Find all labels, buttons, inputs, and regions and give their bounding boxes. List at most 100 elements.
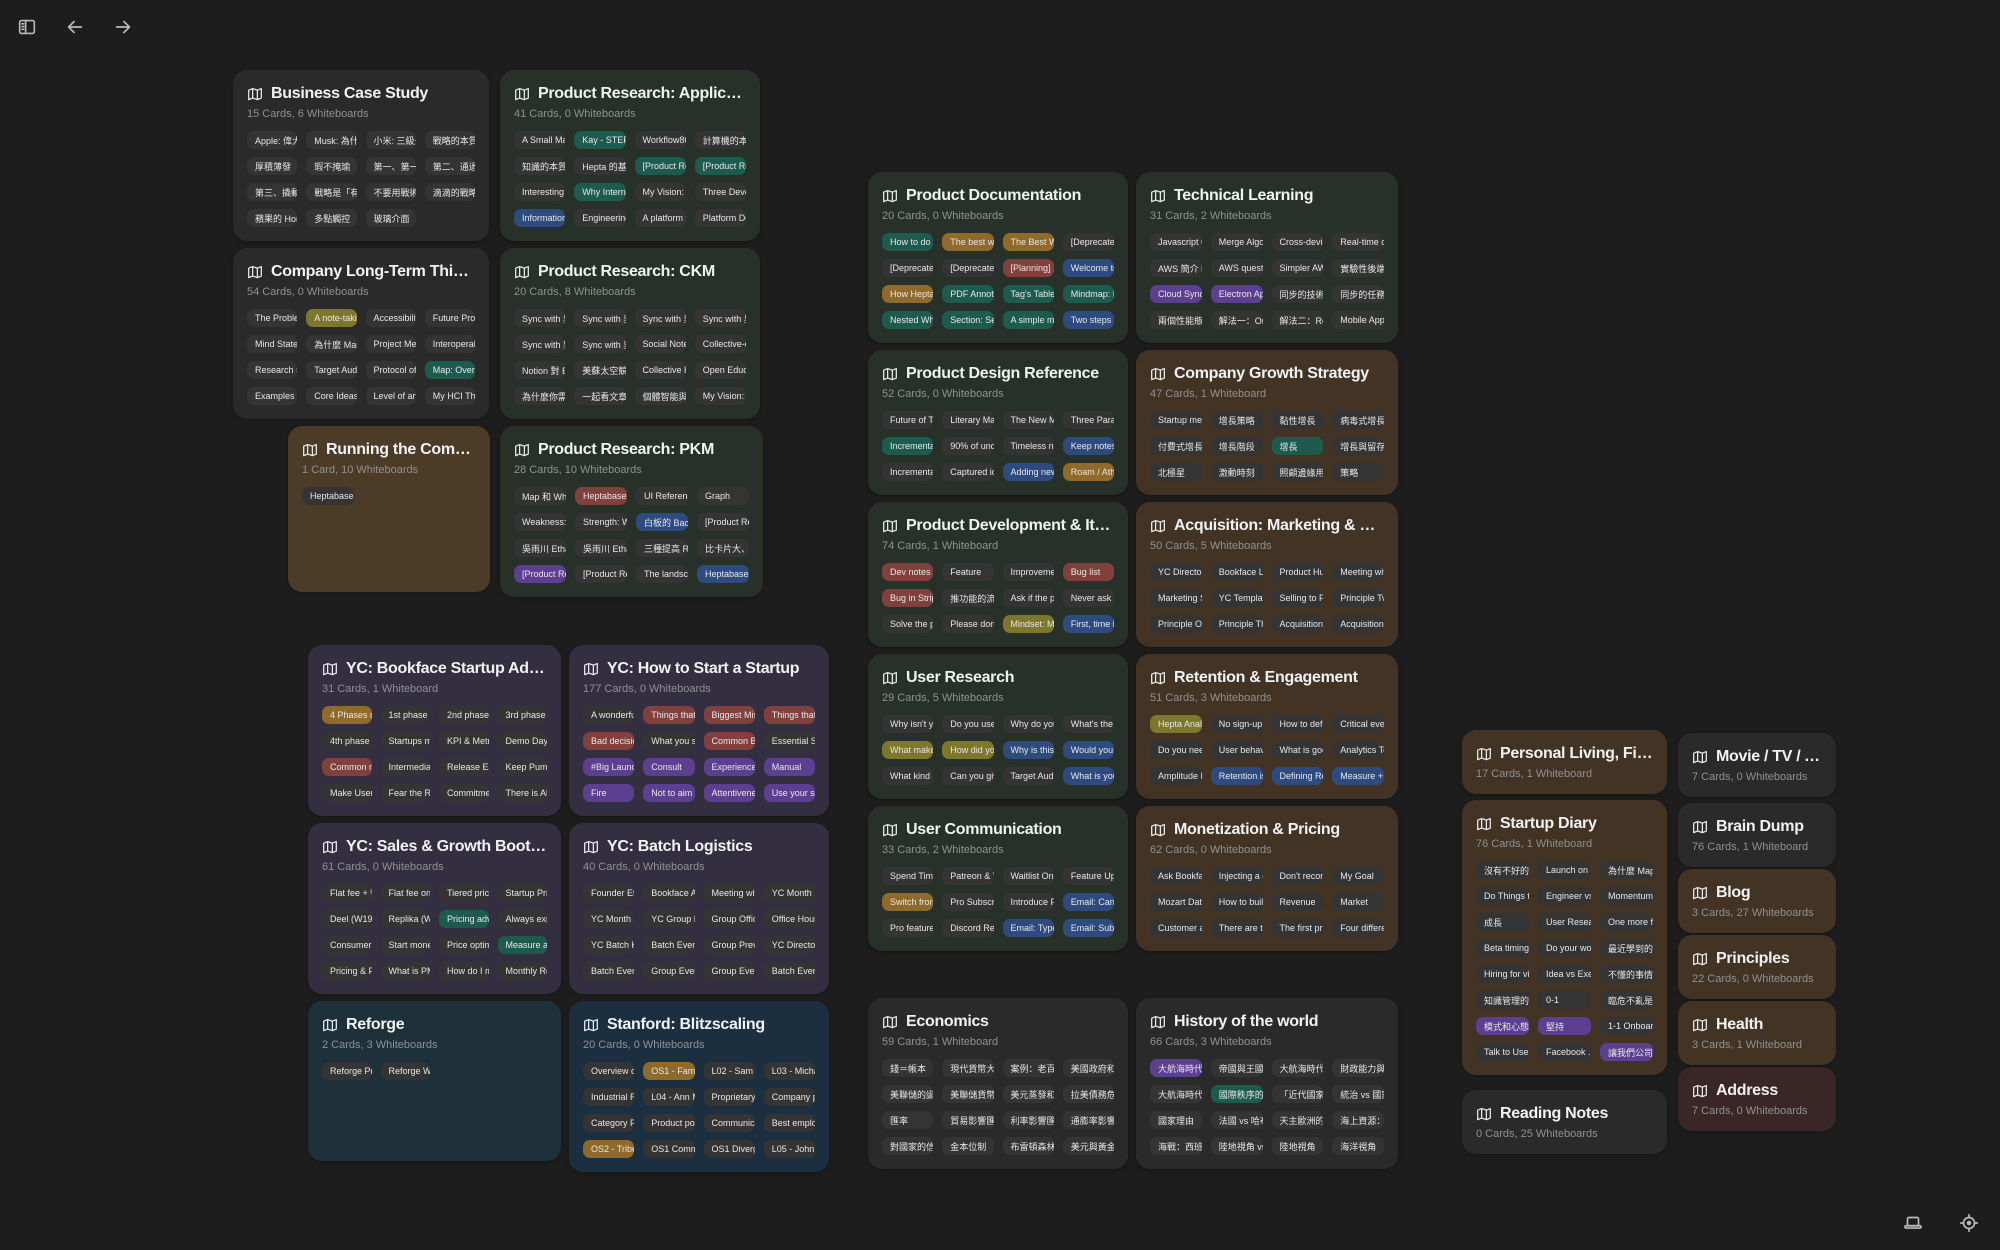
card-chip[interactable]: 法國 vs 哈布... [1211,1111,1263,1129]
card-chip[interactable]: How do I me... [439,962,489,980]
card-chip[interactable]: Roam / Athe... [1063,463,1114,481]
card-chip[interactable]: 布雷頓森林... [1003,1137,1054,1155]
card-chip[interactable]: 匯率 [882,1111,933,1129]
card-chip[interactable]: Consult [643,758,694,776]
card-chip[interactable]: Customer a... [1150,919,1202,937]
group-product-research-pkm[interactable]: Product Research: PKM 28 Cards, 10 White… [500,426,763,597]
group-health[interactable]: Health 3 Cards, 1 Whiteboard [1678,1001,1836,1065]
card-chip[interactable]: 增長 [1272,437,1324,455]
group-business-case-study[interactable]: Business Case Study 15 Cards, 6 Whiteboa… [233,70,489,241]
card-chip[interactable]: The Proble... [247,309,297,327]
card-chip[interactable]: How to buil... [1211,893,1263,911]
card-chip[interactable]: Future of Text [882,411,933,429]
card-chip[interactable]: 策略 [1332,463,1384,481]
card-chip[interactable]: Product po... [643,1114,694,1132]
card-chip[interactable]: [Deprecated... [1063,233,1114,251]
card-chip[interactable]: Target Audi... [1003,767,1054,785]
card-chip[interactable]: Captured id... [942,463,993,481]
card-chip[interactable]: Demo Day G... [498,732,548,750]
card-chip[interactable]: Hepta 的基... [574,157,625,175]
card-chip[interactable]: [Product Re... [514,565,566,583]
card-chip[interactable]: My Goal [1332,867,1384,885]
card-chip[interactable]: 白板的 Backl... [636,513,688,531]
card-chip[interactable]: The Best W... [1003,233,1054,251]
canvas[interactable]: Business Case Study 15 Cards, 6 Whiteboa… [0,0,2000,1250]
card-chip[interactable]: 90% of und... [942,437,993,455]
card-chip[interactable]: 解法一：On... [1211,311,1263,329]
card-chip[interactable]: My Vision: T... [635,183,686,201]
card-chip[interactable]: How to defi... [1272,715,1324,733]
card-chip[interactable]: 陸地視角 [1272,1137,1324,1155]
card-chip[interactable]: Email: Canc... [1063,893,1114,911]
card-chip[interactable]: Group Offic... [704,910,755,928]
card-chip[interactable]: 知識的本質 [514,157,565,175]
card-chip[interactable]: Heptabase ... [302,487,354,505]
card-chip[interactable]: Adding new ... [1003,463,1054,481]
group-product-research-ckm[interactable]: Product Research: CKM 20 Cards, 8 Whiteb… [500,248,760,419]
card-chip[interactable]: Replika (W1... [381,910,431,928]
card-chip[interactable]: Why do you ... [1003,715,1054,733]
card-chip[interactable]: Market [1332,893,1384,911]
card-chip[interactable]: The best wa... [942,233,993,251]
card-chip[interactable]: Tiered pricing [439,884,489,902]
card-chip[interactable]: 多點觸控 [306,209,356,227]
card-chip[interactable]: Meeting wit... [704,884,755,902]
card-chip[interactable]: OS1 Diverge... [704,1140,755,1158]
group-retention-engagement[interactable]: Retention & Engagement 51 Cards, 3 White… [1136,654,1398,799]
card-chip[interactable]: Flat fee + % [322,884,372,902]
card-chip[interactable]: 照顧邊緣用戶 [1272,463,1324,481]
card-chip[interactable]: Research = ... [247,361,297,379]
card-chip[interactable]: Release Early [439,758,489,776]
card-chip[interactable]: Collective Hi... [635,361,686,379]
card-chip[interactable]: 第三、撬動... [247,183,297,201]
card-chip[interactable]: 實驗性後端？ [1332,259,1384,277]
card-chip[interactable]: Improvement [1003,563,1054,581]
card-chip[interactable]: Incremental ... [882,437,933,455]
card-chip[interactable]: 美聯儲的誕... [882,1085,933,1103]
group-acquisition-marketing-sales[interactable]: Acquisition: Marketing & Sales 50 Cards,… [1136,502,1398,647]
card-chip[interactable]: YC Month 1-... [764,884,815,902]
card-chip[interactable]: 大航海時代 [1150,1059,1202,1077]
card-chip[interactable]: Map: Overvi... [425,361,475,379]
card-chip[interactable]: Engineer vs ... [1538,887,1591,905]
card-chip[interactable]: Fear the Rig... [381,784,431,802]
card-chip[interactable]: Amplitude P... [1150,767,1202,785]
group-yc-sales-growth-bootcamp[interactable]: YC: Sales & Growth Bootcamp 61 Cards, 0 … [308,823,561,994]
card-chip[interactable]: Mindmap: Ef... [1063,285,1114,303]
card-chip[interactable]: Keep notes ... [1063,437,1114,455]
group-reading-notes[interactable]: Reading Notes 0 Cards, 25 Whiteboards [1462,1090,1667,1154]
card-chip[interactable]: 為什麼 Map ... [1600,861,1653,879]
card-chip[interactable]: Group Previ... [704,936,755,954]
group-blog[interactable]: Blog 3 Cards, 27 Whiteboards [1678,869,1836,933]
card-chip[interactable]: AWS 簡介 by... [1150,259,1202,277]
back-button[interactable] [60,12,90,42]
card-chip[interactable]: Merge Algor... [1211,233,1263,251]
card-chip[interactable]: 4 Phases of ... [322,706,372,724]
card-chip[interactable]: Things that ... [764,706,815,724]
card-chip[interactable]: Sync with 吳... [514,309,565,327]
card-chip[interactable]: Bug in Strip... [882,589,933,607]
card-chip[interactable]: Flat fee only [381,884,431,902]
card-chip[interactable]: 北極星 [1150,463,1202,481]
card-chip[interactable]: What you sh... [643,732,694,750]
card-chip[interactable]: Accessibility... [366,309,416,327]
card-chip[interactable]: 美蘇太空競... [574,361,625,379]
card-chip[interactable]: Overview of... [583,1062,634,1080]
card-chip[interactable]: How did you... [942,741,993,759]
group-economics[interactable]: Economics 59 Cards, 1 Whiteboard 錢＝帳本現代貨… [868,998,1128,1169]
card-chip[interactable]: 錢＝帳本 [882,1059,933,1077]
card-chip[interactable]: What's the p... [1063,715,1114,733]
card-chip[interactable]: 讓我們公司... [1600,1043,1653,1061]
card-chip[interactable]: 第一、第一... [366,157,416,175]
card-chip[interactable]: Do Things t... [1476,887,1529,905]
card-chip[interactable]: 4th phase - ... [322,732,372,750]
card-chip[interactable]: 計算機的本質 [695,131,746,149]
card-chip[interactable]: Talk to User... [1476,1043,1529,1061]
card-chip[interactable]: 增長階段 [1211,437,1263,455]
card-chip[interactable]: 為什麼你需... [514,387,565,405]
card-chip[interactable]: Protocol of ... [366,361,416,379]
card-chip[interactable]: Patreon & Y... [942,867,993,885]
card-chip[interactable]: Start moneti... [381,936,431,954]
card-chip[interactable]: Waitlist Onb... [1003,867,1054,885]
card-chip[interactable]: Future Proof [425,309,475,327]
